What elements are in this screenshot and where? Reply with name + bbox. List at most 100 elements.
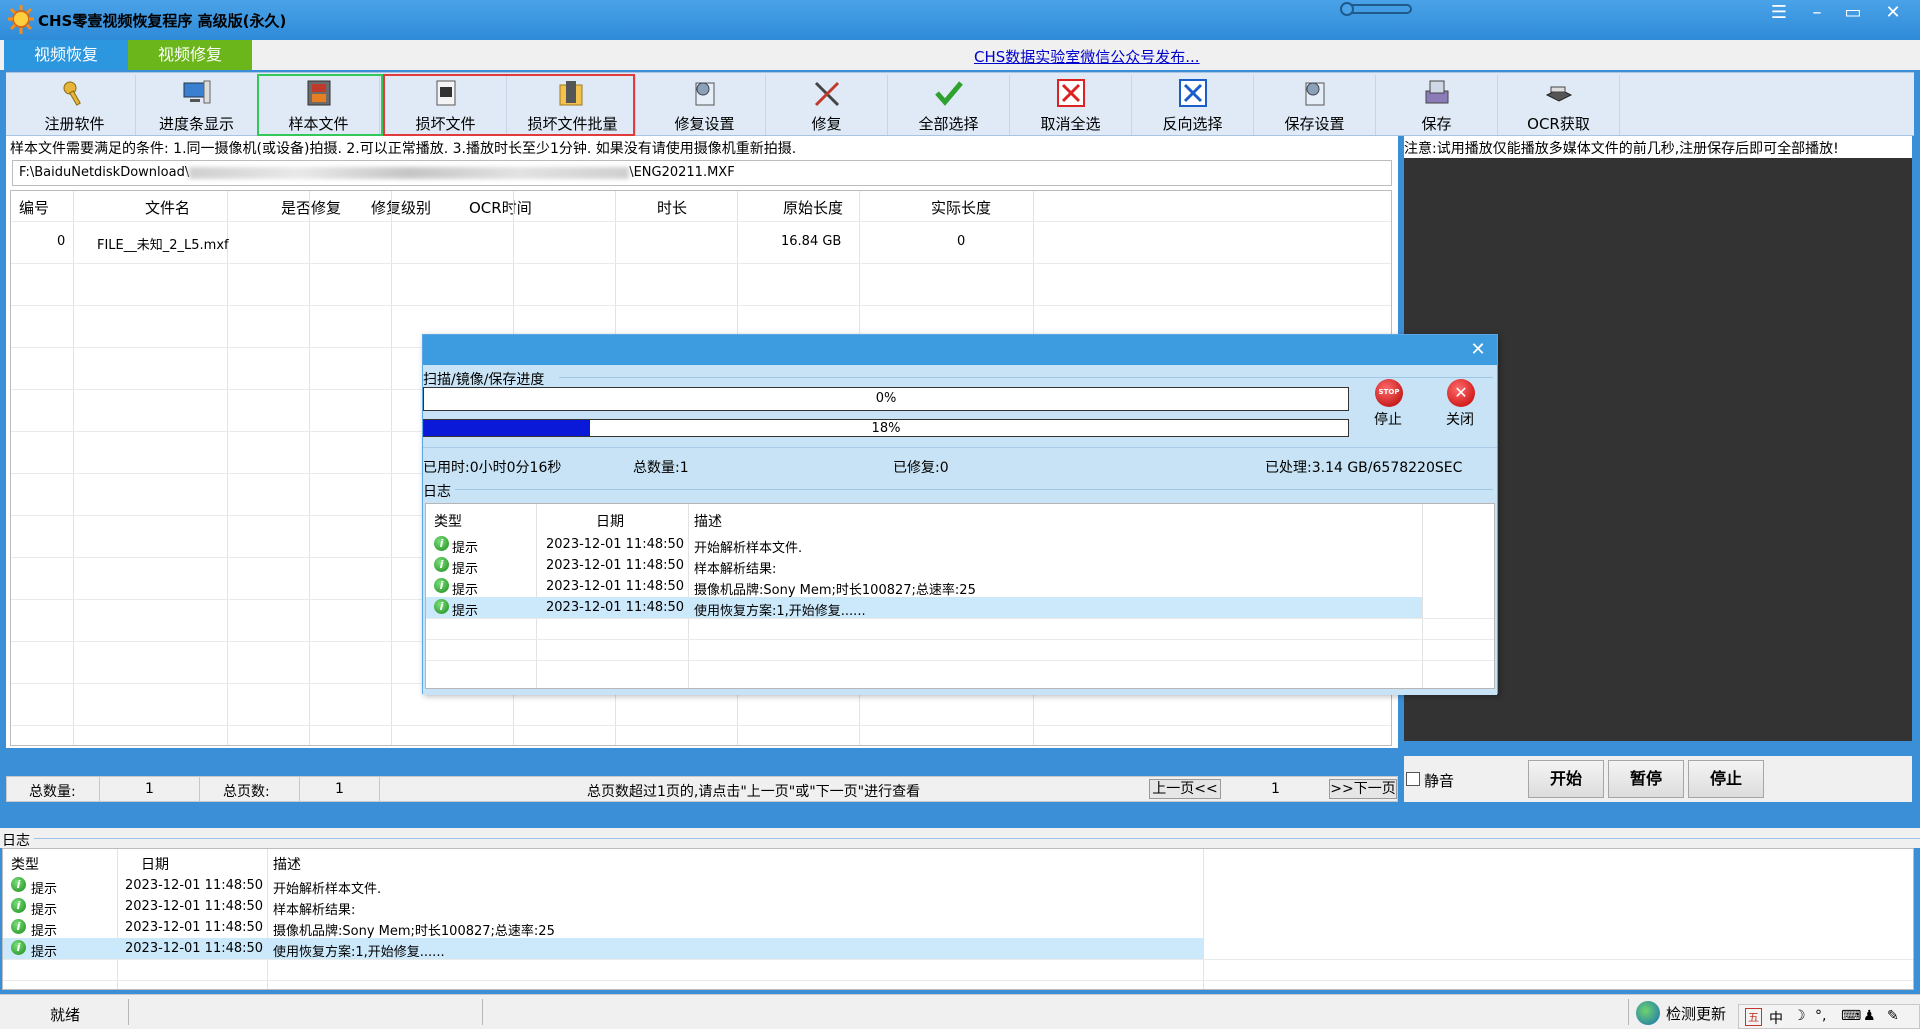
dlog-desc: 使用恢复方案:1,开始修复......	[694, 604, 866, 619]
red-x-icon	[1057, 79, 1085, 107]
col-id[interactable]: 编号	[19, 197, 49, 218]
log-row[interactable]: i 提示 2023-12-01 11:48:50 样本解析结果:	[3, 896, 1913, 918]
tab-video-repair[interactable]: 视频修复	[128, 40, 252, 70]
log-row-selected[interactable]: i 提示 2023-12-01 11:48:50 使用恢复方案:1,开始修复..…	[3, 938, 1203, 960]
dlog-col-date[interactable]: 日期	[596, 511, 624, 531]
settings-doc-icon	[695, 82, 715, 106]
progress-section-title: 扫描/镜像/保存进度	[423, 372, 545, 388]
update-label: 检测更新	[1666, 1005, 1727, 1023]
dlog-type: 提示	[452, 604, 479, 619]
keyboard-icon[interactable]: ⌨	[1841, 1008, 1861, 1024]
prev-page-button[interactable]: 上一页<<	[1149, 779, 1221, 799]
dlog-col-type[interactable]: 类型	[434, 511, 462, 531]
col-ocr-time[interactable]: OCR时间	[469, 197, 532, 218]
close-button[interactable]: ✕ 关闭	[1425, 375, 1495, 429]
settings-doc-icon	[1305, 82, 1325, 106]
dialog-log-table: 类型 日期 描述 i 提示 2023-12-01 11:48:50 开始解析样本…	[425, 503, 1495, 689]
col-level[interactable]: 修复级别	[371, 197, 431, 218]
repair-settings-button[interactable]: 修复设置	[644, 75, 766, 135]
dlog-col-desc[interactable]: 描述	[694, 511, 722, 531]
info-icon: i	[434, 599, 449, 614]
opacity-slider[interactable]	[1340, 2, 1412, 16]
stop-button[interactable]: STOP 停止	[1353, 375, 1423, 429]
dlog-desc: 开始解析样本文件.	[694, 541, 803, 556]
dialog-log-row-selected[interactable]: i 提示 2023-12-01 11:48:50 使用恢复方案:1,开始修复..…	[426, 597, 1422, 619]
ime-moon-icon[interactable]: ☽	[1793, 1008, 1806, 1024]
col-actual-len[interactable]: 实际长度	[931, 197, 991, 218]
play-stop-button[interactable]: 停止	[1688, 760, 1764, 798]
save-button[interactable]: 保存	[1376, 75, 1498, 135]
log-date: 2023-12-01 11:48:50	[125, 941, 264, 956]
log-col-date[interactable]: 日期	[141, 854, 169, 874]
log-col-type[interactable]: 类型	[11, 854, 39, 874]
col-duration[interactable]: 时长	[657, 197, 687, 218]
slider-handle[interactable]	[1340, 2, 1354, 16]
deselect-all-button[interactable]: 取消全选	[1010, 75, 1132, 135]
mute-checkbox[interactable]	[1406, 772, 1420, 786]
stop-label: 停止	[1374, 412, 1402, 428]
save-settings-button[interactable]: 保存设置	[1254, 75, 1376, 135]
minimize-button[interactable]: –	[1802, 2, 1832, 24]
log-table: 类型 日期 描述 i 提示 2023-12-01 11:48:50 开始解析样本…	[2, 848, 1914, 990]
play-pause-button[interactable]: 暂停	[1608, 760, 1684, 798]
user-icon[interactable]: ♟	[1863, 1008, 1876, 1024]
ime-punct-icon[interactable]: °,	[1815, 1008, 1826, 1024]
log-desc: 样本解析结果:	[273, 903, 356, 918]
log-type: 提示	[31, 882, 58, 897]
row-actual-len: 0	[957, 234, 966, 249]
window-title: CHS零壹视频恢复程序 高级版(永久)	[38, 12, 287, 30]
col-filename[interactable]: 文件名	[145, 197, 190, 218]
log-desc: 使用恢复方案:1,开始修复......	[273, 945, 445, 960]
log-col-desc[interactable]: 描述	[273, 854, 301, 874]
checkmark-icon	[935, 81, 963, 106]
maximize-button[interactable]: ▭	[1838, 2, 1868, 24]
info-icon: i	[11, 940, 26, 955]
ocr-button[interactable]: OCR获取	[1498, 75, 1620, 135]
dialog-log-row[interactable]: i 提示 2023-12-01 11:48:50 样本解析结果:	[426, 555, 1494, 577]
menu-icon[interactable]: ☰	[1764, 2, 1794, 24]
dialog-close-icon[interactable]: ✕	[1465, 339, 1491, 361]
monitor-icon	[183, 80, 211, 104]
next-page-button[interactable]: >>下一页	[1329, 779, 1397, 799]
sample-hint: 样本文件需要满足的条件: 1.同一摄像机(或设备)拍摄. 2.可以正常播放. 3…	[10, 141, 797, 157]
dlog-type: 提示	[452, 541, 479, 556]
wechat-link[interactable]: CHS数据实验室微信公众号发布...	[974, 46, 1200, 67]
total-count-label: 总数量:	[29, 784, 76, 800]
dialog-log-row[interactable]: i 提示 2023-12-01 11:48:50 开始解析样本文件.	[426, 534, 1494, 556]
elapsed-time: 已用时:0小时0分16秒	[423, 460, 562, 476]
pager-note: 总页数超过1页的,请点击"上一页"或"下一页"进行查看	[587, 784, 921, 800]
wrench-icon[interactable]: ✎	[1887, 1008, 1899, 1024]
log-row[interactable]: i 提示 2023-12-01 11:48:50 开始解析样本文件.	[3, 875, 1913, 897]
status-bar: 就绪 检测更新	[0, 994, 1920, 1029]
ime-wubi-icon[interactable]: 五	[1745, 1008, 1762, 1026]
dialog-log-row[interactable]: i 提示 2023-12-01 11:48:50 摄像机品牌:Sony Mem;…	[426, 576, 1494, 598]
close-window-button[interactable]: ✕	[1878, 2, 1908, 24]
info-icon: i	[11, 898, 26, 913]
col-repaired[interactable]: 是否修复	[281, 197, 341, 218]
progress-display-button[interactable]: 进度条显示	[136, 75, 258, 135]
path-suffix: \ENG20211.MXF	[629, 165, 735, 180]
info-icon: i	[11, 919, 26, 934]
tab-video-recovery[interactable]: 视频恢复	[4, 40, 128, 70]
select-all-button[interactable]: 全部选择	[888, 75, 1010, 135]
log-header: 日志	[0, 828, 1920, 849]
dlog-desc: 摄像机品牌:Sony Mem;时长100827;总速率:25	[694, 583, 976, 598]
stop-sign-icon: STOP	[1375, 379, 1403, 407]
dlog-type: 提示	[452, 583, 479, 598]
log-row[interactable]: i 提示 2023-12-01 11:48:50 摄像机品牌:Sony Mem;…	[3, 917, 1913, 939]
repair-button[interactable]: 修复	[766, 75, 888, 135]
tools-icon	[814, 81, 840, 107]
path-field[interactable]: F:\BaiduNetdiskDownload\ \ENG20211.MXF	[12, 160, 1392, 186]
progress-bar-2: 18%	[423, 419, 1349, 437]
damaged-file-highlight	[383, 74, 635, 136]
current-page[interactable]: 1	[1271, 781, 1280, 797]
col-orig-len[interactable]: 原始长度	[783, 197, 843, 218]
play-start-button[interactable]: 开始	[1528, 760, 1604, 798]
log-title: 日志	[2, 833, 30, 849]
ime-chinese-icon[interactable]: 中	[1769, 1008, 1783, 1028]
info-icon: i	[11, 877, 26, 892]
invert-selection-button[interactable]: 反向选择	[1132, 75, 1254, 135]
ime-tray: 五 中 ☽ °, ⌨ ♟ ✎	[1738, 1004, 1920, 1029]
total-count: 1	[145, 781, 154, 797]
register-button[interactable]: 注册软件	[14, 75, 136, 135]
